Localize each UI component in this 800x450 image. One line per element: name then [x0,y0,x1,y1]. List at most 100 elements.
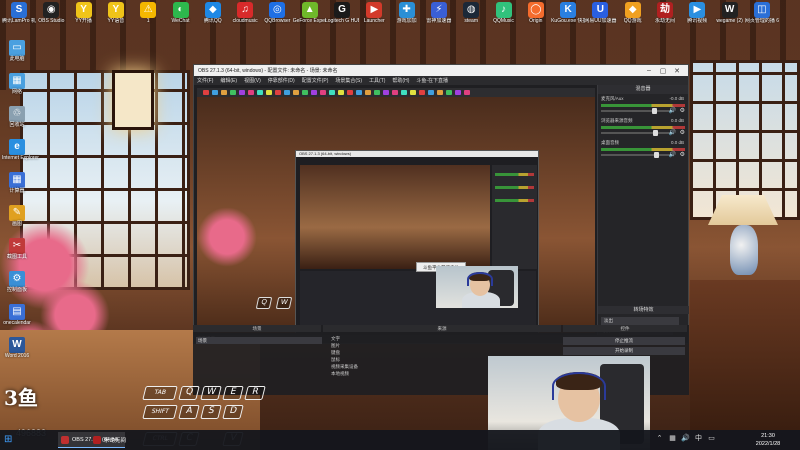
toolbar-icon[interactable] [239,90,245,95]
speaker-icon[interactable]: 🔊 [669,129,676,136]
slider-knob[interactable] [654,152,660,158]
toolbar-icon[interactable] [275,90,281,95]
toolbar-icon[interactable] [293,90,299,95]
toolbar-icon[interactable] [401,90,407,95]
taskbar-app[interactable]: 永劫无间 [90,432,129,448]
source-item[interactable]: 文字 [323,335,563,342]
desktop-shortcut[interactable]: ♲ 回收站 [2,106,32,128]
speaker-icon[interactable]: 🔊 [669,107,676,114]
toolbar-icon[interactable] [230,90,236,95]
toolbar-icon[interactable] [365,90,371,95]
volume-slider[interactable] [601,152,671,158]
menu-item[interactable]: 帮助(H) [392,77,409,84]
volume-slider[interactable] [601,108,671,114]
toolbar-icon[interactable] [338,90,344,95]
desktop-shortcut[interactable]: ✚ 游戏加加 [390,2,424,24]
desktop-shortcut[interactable]: ▤ onecalendar [2,304,32,326]
desktop-shortcut[interactable]: ▦ 网络 [2,73,32,95]
toolbar-icon[interactable] [383,90,389,95]
obs-preview[interactable]: Q W E R OBS 27.1.3 (64-bit, windows) 斗鱼平… [197,88,595,333]
slider-knob[interactable] [651,108,657,114]
desktop-shortcut[interactable]: ▶ 腾讯视频 [680,2,714,24]
start-recording-button[interactable]: 开始录制 [563,347,685,355]
desktop-shortcut[interactable]: G Logitech G HUB [325,2,359,24]
toolbar-icon[interactable] [437,90,443,95]
gear-icon[interactable]: ⚙ [680,129,685,136]
toolbar-icon[interactable] [374,90,380,95]
volume-slider[interactable] [601,130,671,136]
gear-icon[interactable]: ⚙ [680,151,685,158]
toolbar-icon[interactable] [320,90,326,95]
minimize-icon[interactable]: – [642,67,656,74]
desktop-shortcut[interactable]: U 网易UU加速器 [583,2,617,24]
menu-item[interactable]: 工具(T) [369,77,385,84]
toolbar-icon[interactable] [455,90,461,95]
desktop-shortcut[interactable]: ▲GeForce Experience [293,2,327,24]
desktop-shortcut[interactable]: ◉ OBS Studio [34,2,68,24]
desktop-shortcut[interactable]: KKuGou.exe 快捷方式 [551,2,585,24]
desktop-shortcut[interactable]: ▭ 此电脑 [2,40,32,62]
menu-item[interactable]: 停靠部件(D) [268,77,295,84]
desktop-shortcut[interactable]: e Internet Explorer [2,139,39,161]
toolbar-icon[interactable] [284,90,290,95]
menu-item[interactable]: 场景集合(S) [335,77,362,84]
ime-icon[interactable]: 中 [694,434,703,444]
menu-item[interactable]: 配置文件(P) [302,77,329,84]
desktop-shortcut[interactable]: ◎ QQBrowser [260,2,294,24]
toolbar-icon[interactable] [464,90,470,95]
desktop-shortcut[interactable]: ◫网页管理的播 64位 [745,2,779,24]
desktop-shortcut[interactable]: ▶ Launcher [357,2,391,24]
toolbar-icon[interactable] [392,90,398,95]
toolbar-icon[interactable] [329,90,335,95]
desktop-shortcut[interactable]: 劫永劫无间 [648,2,682,24]
network-icon[interactable]: ▦ [668,434,677,444]
toolbar-icon[interactable] [248,90,254,95]
menu-item[interactable]: 斗鱼-在下直播 [416,77,448,84]
clock[interactable]: 21:30 2022/1/28 [748,432,788,448]
desktop-shortcut[interactable]: ⚙ 控制面板 [2,271,32,293]
toolbar-icon[interactable] [311,90,317,95]
toolbar-icon[interactable] [266,90,272,95]
toolbar-icon[interactable] [203,90,209,95]
source-item[interactable]: 图片 [323,342,563,349]
close-icon[interactable]: ✕ [670,67,684,75]
menu-item[interactable]: 编辑(E) [220,77,237,84]
toolbar-icon[interactable] [302,90,308,95]
desktop-shortcut[interactable]: ✂ 截图工具 [2,238,32,260]
toolbar-icon[interactable] [410,90,416,95]
stop-streaming-button[interactable]: 停止推流 [563,337,685,345]
obs-titlebar[interactable]: OBS 27.1.3 (64-bit, windows) - 配置文件: 未命名… [194,65,688,76]
desktop-shortcut[interactable]: ◆ QQ游戏 [616,2,650,24]
desktop-shortcut[interactable]: S腾讯LamPro 机器 [2,2,36,24]
desktop-shortcut[interactable]: ⚡ 雷神加速器 [422,2,456,24]
toolbar-icon[interactable] [356,90,362,95]
toolbar-icon[interactable] [428,90,434,95]
desktop-shortcut[interactable]: ◐ WeChat [164,2,198,24]
slider-knob[interactable] [653,130,658,136]
chevron-up-icon[interactable]: ⌃ [655,434,664,444]
menu-item[interactable]: 视图(V) [244,77,261,84]
maximize-icon[interactable]: ▢ [656,67,670,75]
menu-item[interactable]: 文件(F) [197,77,213,84]
desktop-shortcut[interactable]: ⚠ 1 [131,2,165,24]
speaker-icon[interactable]: 🔊 [669,151,676,158]
toolbar-icon[interactable] [446,90,452,95]
toolbar-icon[interactable] [212,90,218,95]
source-item[interactable]: 键盘 [323,349,563,356]
toolbar-icon[interactable] [347,90,353,95]
desktop-shortcut[interactable]: W Word 2016 [2,337,32,359]
toolbar-icon[interactable] [419,90,425,95]
desktop-shortcut[interactable]: Wwegame (2) [713,2,747,24]
gear-icon[interactable]: ⚙ [680,107,685,114]
desktop-shortcut[interactable]: ♪ QQMusic [487,2,521,24]
desktop-shortcut[interactable]: ▦ 计算器 [2,172,32,194]
desktop-shortcut[interactable]: ◍ steam [454,2,488,24]
desktop-shortcut[interactable]: Y YY开播 [67,2,101,24]
desktop-shortcut[interactable]: ◆ 腾讯QQ [196,2,230,24]
scene-item[interactable]: 场景 [196,337,322,344]
desktop-shortcut[interactable]: ◯ Origin [519,2,553,24]
toolbar-icon[interactable] [257,90,263,95]
notification-icon[interactable]: ▭ [707,434,716,444]
volume-icon[interactable]: 🔊 [681,434,690,444]
transition-select[interactable]: 淡出 [601,317,679,325]
